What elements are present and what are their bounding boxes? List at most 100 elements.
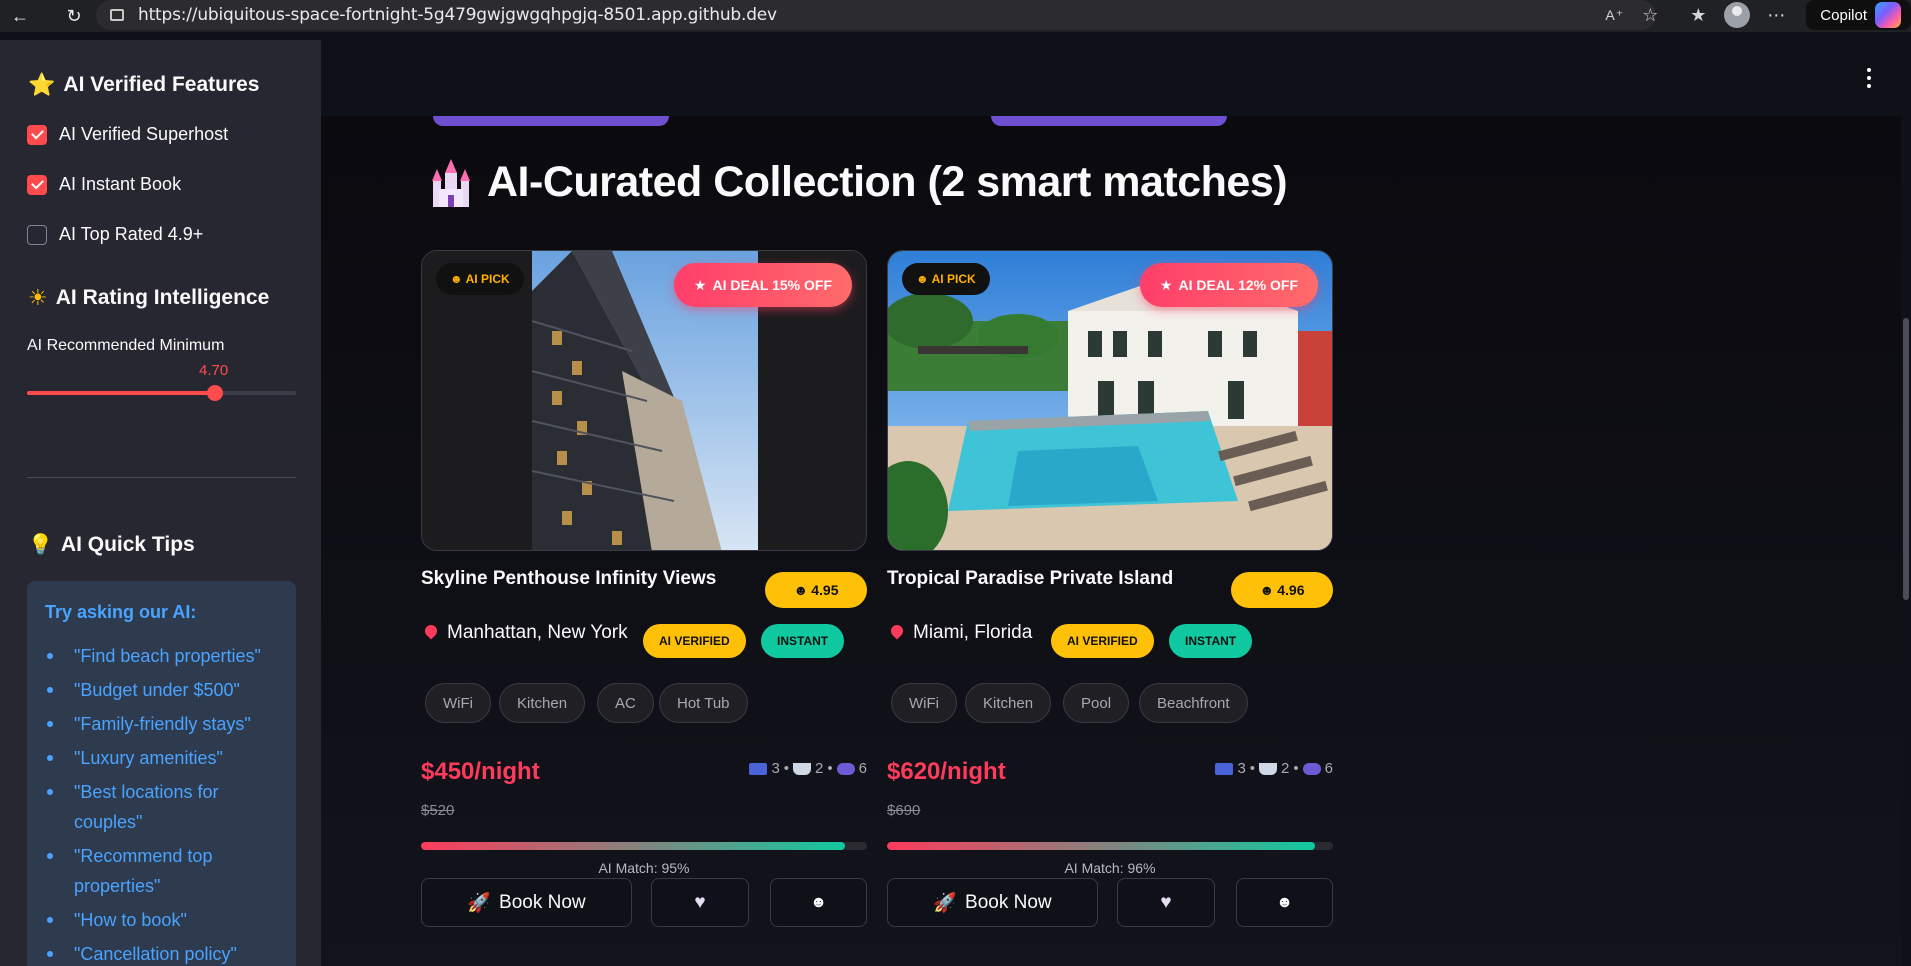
- tips-list: "Find beach properties" "Budget under $5…: [45, 641, 278, 966]
- slider-thumb[interactable]: [207, 385, 224, 401]
- tips-box-title: Try asking our AI:: [45, 602, 197, 622]
- amenity-tag: Pool: [1063, 683, 1130, 723]
- amenity-tag: Kitchen: [499, 683, 586, 723]
- bath-icon: [793, 762, 812, 775]
- ai-chat-button[interactable]: ☻: [1236, 878, 1333, 927]
- bed-icon: [749, 762, 768, 775]
- page-title: AI-Curated Collection (2 smart matches): [429, 158, 1288, 207]
- robot-icon: ☻: [916, 272, 929, 286]
- robot-icon: ☻: [793, 582, 809, 598]
- read-aloud-icon[interactable]: A ⁺: [1596, 0, 1632, 30]
- url-text[interactable]: https://ubiquitous-space-fortnight-5g479…: [138, 5, 777, 25]
- app-header: [321, 40, 1911, 116]
- copilot-button[interactable]: Copilot: [1806, 0, 1911, 30]
- match-bar: [421, 842, 867, 850]
- match-bar-fill: [421, 842, 845, 850]
- property-specs: 3 • 2 • 6: [749, 760, 867, 777]
- property-image[interactable]: ☻ AI PICK ★ AI DEAL 12% OFF: [887, 250, 1333, 551]
- more-icon[interactable]: ⋯: [1758, 0, 1794, 30]
- ai-verified-badge: AI VERIFIED: [1051, 624, 1154, 658]
- heart-icon: ♥: [694, 891, 706, 913]
- price: $620/night: [887, 758, 1006, 785]
- robot-icon: ☻: [450, 272, 463, 286]
- ai-chat-button[interactable]: ☻: [770, 878, 867, 927]
- page-scrollbar[interactable]: [1901, 40, 1911, 966]
- main-area: AI-Curated Collection (2 smart matches): [321, 40, 1911, 966]
- match-bar-fill: [887, 842, 1316, 850]
- price: $450/night: [421, 758, 540, 785]
- favorites-icon[interactable]: ★: [1680, 0, 1716, 30]
- rocket-icon: 🚀: [933, 892, 958, 914]
- property-specs: 3 • 2 • 6: [1215, 760, 1333, 777]
- tip-item: "Best locations for couples": [45, 777, 278, 837]
- divider: [27, 477, 296, 478]
- profile-avatar[interactable]: [1724, 2, 1751, 28]
- favorite-button[interactable]: ♥: [1117, 878, 1215, 927]
- pin-icon: [425, 625, 437, 641]
- main-content: AI-Curated Collection (2 smart matches): [321, 116, 1911, 966]
- favorite-button[interactable]: ♥: [651, 878, 749, 927]
- amenity-tag: WiFi: [425, 683, 491, 723]
- checkbox-instant-book[interactable]: AI Instant Book: [27, 174, 181, 195]
- slider-fill: [27, 391, 216, 395]
- tip-item: "Family-friendly stays": [45, 709, 278, 739]
- tip-item: "Budget under $500": [45, 675, 278, 705]
- property-title: Skyline Penthouse Infinity Views: [421, 568, 717, 589]
- book-now-button[interactable]: 🚀 Book Now: [887, 878, 1098, 927]
- amenity-tag: AC: [597, 683, 654, 723]
- location: Miami, Florida: [891, 622, 1032, 644]
- top-action-button[interactable]: [991, 116, 1227, 126]
- guests-icon: [1302, 762, 1321, 775]
- checkbox-checked[interactable]: [27, 124, 47, 145]
- checkbox-top-rated[interactable]: AI Top Rated 4.9+: [27, 224, 203, 245]
- rating-badge: ☻ 4.95: [765, 572, 867, 608]
- bed-icon: [1215, 762, 1234, 775]
- match-label: AI Match: 95%: [598, 860, 690, 876]
- tip-item: "How to book": [45, 905, 278, 935]
- rocket-icon: 🚀: [467, 892, 492, 914]
- refresh-icon[interactable]: ↻: [62, 4, 86, 28]
- address-bar[interactable]: https://ubiquitous-space-fortnight-5g479…: [96, 0, 1656, 30]
- deal-badge: ★ AI DEAL 12% OFF: [1139, 263, 1318, 307]
- ai-verified-badge: AI VERIFIED: [643, 624, 746, 658]
- instant-badge: INSTANT: [1169, 624, 1253, 658]
- amenity-tag: Kitchen: [965, 683, 1052, 723]
- deal-badge: ★ AI DEAL 15% OFF: [673, 263, 852, 307]
- baths-count: 2: [815, 760, 824, 777]
- checkbox-checked[interactable]: [27, 174, 47, 195]
- fire-icon: ★: [693, 276, 707, 293]
- robot-icon: ☻: [1259, 582, 1275, 598]
- rating-slider[interactable]: [27, 385, 296, 401]
- lightbulb-icon: 💡: [28, 534, 53, 556]
- top-action-button[interactable]: [433, 116, 669, 126]
- castle-icon: [432, 158, 470, 207]
- property-image[interactable]: ☻ AI PICK ★ AI DEAL 15% OFF: [421, 250, 867, 551]
- favorite-star-icon[interactable]: ☆: [1632, 0, 1668, 30]
- checkbox-unchecked[interactable]: [27, 224, 47, 245]
- ai-pick-badge: ☻ AI PICK: [902, 263, 990, 295]
- heart-icon: ♥: [1160, 891, 1172, 913]
- beds-count: 3: [771, 760, 780, 777]
- old-price: $690: [887, 802, 921, 819]
- match-label: AI Match: 96%: [1064, 860, 1156, 876]
- checkbox-verified-superhost[interactable]: AI Verified Superhost: [27, 124, 228, 145]
- robot-icon: ☻: [810, 893, 827, 911]
- back-icon[interactable]: ←: [8, 4, 32, 28]
- instant-badge: INSTANT: [761, 624, 845, 658]
- tip-item: "Cancellation policy": [45, 939, 278, 966]
- copilot-label: Copilot: [1820, 6, 1867, 24]
- features-heading: ⭐ AI Verified Features: [28, 72, 260, 97]
- main-menu-icon[interactable]: [1867, 68, 1871, 88]
- book-now-button[interactable]: 🚀 Book Now: [421, 878, 632, 927]
- rating-badge: ☻ 4.96: [1231, 572, 1333, 608]
- scrollbar-thumb[interactable]: [1903, 318, 1909, 600]
- guests-count: 6: [1324, 760, 1333, 777]
- property-title: Tropical Paradise Private Island: [887, 568, 1174, 589]
- match-bar: [887, 842, 1333, 850]
- bath-icon: [1259, 762, 1278, 775]
- sidebar: ⭐ AI Verified Features AI Verified Super…: [0, 40, 321, 966]
- guests-count: 6: [858, 760, 867, 777]
- ai-pick-badge: ☻ AI PICK: [436, 263, 524, 295]
- rating-heading: ☀ AI Rating Intelligence: [28, 285, 270, 310]
- slider-value: 4.70: [199, 362, 229, 379]
